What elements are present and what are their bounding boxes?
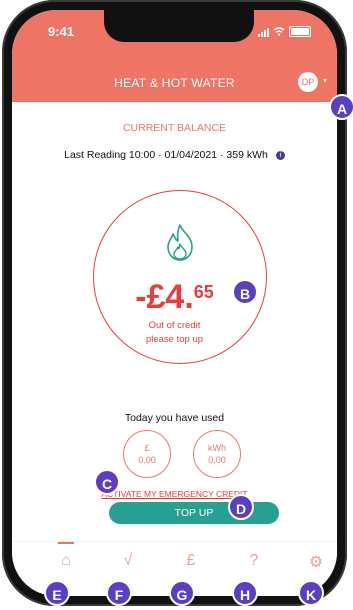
usage-energy-circle: kWh 0.00: [193, 430, 241, 478]
chevron-down-icon[interactable]: ▾: [323, 76, 327, 85]
device-notch: [104, 10, 254, 42]
annotation-badge-f: F: [106, 580, 132, 606]
help-icon[interactable]: ?: [242, 552, 266, 570]
usage-money-circle: £ 0.00: [123, 430, 171, 478]
last-reading-row: Last Reading 10:00 · 01/04/2021 · 359 kW…: [12, 149, 337, 161]
annotation-badge-h: H: [232, 580, 258, 606]
last-reading-text: Last Reading 10:00 · 01/04/2021 · 359 kW…: [64, 149, 268, 161]
page-title: HEAT & HOT WATER: [114, 76, 235, 90]
wifi-icon: [273, 27, 285, 36]
settings-icon[interactable]: ⚙: [304, 552, 328, 572]
current-balance-title: CURRENT BALANCE: [122, 122, 227, 134]
flame-icon: [167, 224, 193, 261]
active-tab-indicator: [58, 542, 74, 544]
annotation-badge-k: K: [298, 580, 324, 606]
credit-status-line1: Out of credit: [148, 320, 201, 331]
phone-frame: 9:41 HEAT & HOT WATER DP ▾ CURRENT BALAN…: [2, 0, 347, 606]
annotation-badge-d: D: [228, 494, 254, 520]
balance-amount: -£4.65: [12, 278, 337, 317]
annotation-badge-a: A: [329, 94, 353, 120]
balance-pence: 65: [193, 282, 214, 302]
user-avatar[interactable]: DP: [298, 72, 318, 92]
usage-title: Today you have used: [124, 412, 225, 424]
balance-main: -£4.: [135, 278, 194, 316]
battery-icon: [289, 26, 311, 37]
status-icons: [258, 26, 311, 37]
annotation-badge-c: C: [94, 469, 120, 495]
app-screen: 9:41 HEAT & HOT WATER DP ▾ CURRENT BALAN…: [12, 10, 337, 596]
status-time: 9:41: [48, 24, 75, 39]
usage-energy-value: 0.00: [208, 455, 226, 465]
chart-icon[interactable]: √: [116, 552, 140, 570]
header-bar: 9:41 HEAT & HOT WATER DP ▾: [12, 10, 337, 102]
signal-icon: [258, 27, 269, 37]
credit-status-line2: please top up: [145, 334, 204, 345]
annotation-badge-g: G: [169, 580, 195, 606]
info-icon[interactable]: i: [275, 150, 285, 160]
home-icon[interactable]: ⌂: [54, 552, 78, 570]
emergency-credit-link[interactable]: ACTIVATE MY EMERGENCY CREDIT: [12, 489, 337, 499]
annotation-badge-e: E: [44, 580, 70, 606]
usage-money-value: 0.00: [138, 455, 156, 465]
usage-money-unit: £: [144, 443, 150, 453]
usage-energy-unit: kWh: [208, 443, 226, 453]
annotation-badge-b: B: [232, 279, 258, 305]
pound-icon[interactable]: £: [179, 552, 203, 570]
